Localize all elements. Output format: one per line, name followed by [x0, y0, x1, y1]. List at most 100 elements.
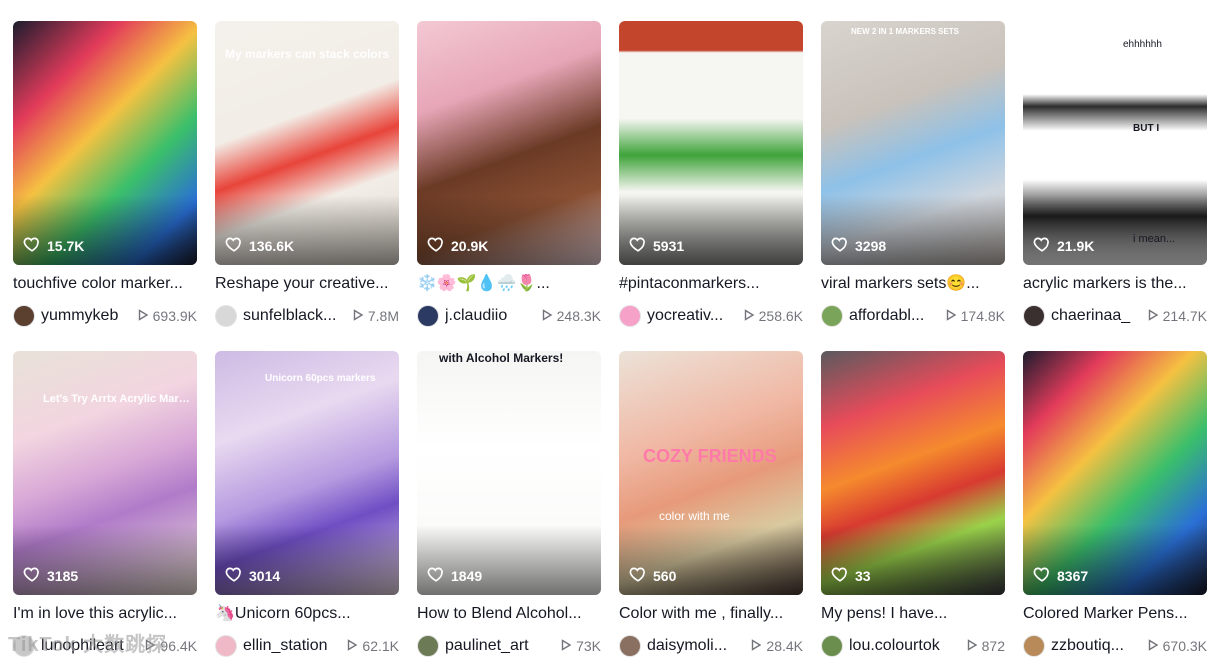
video-thumbnail[interactable]: 3185 Let's Try Arrtx Acrylic Markers	[13, 351, 197, 595]
like-count-value: 1849	[451, 567, 483, 584]
play-icon	[541, 308, 553, 324]
video-title[interactable]: viral markers sets😊...	[821, 274, 1005, 294]
like-count-value: 8367	[1057, 567, 1089, 584]
video-title[interactable]: How to Blend Alcohol...	[417, 604, 601, 624]
watermark: TikTok 大数跳探	[8, 634, 168, 656]
like-count: 33	[831, 565, 871, 586]
like-count-value: 21.9K	[1057, 237, 1095, 254]
username[interactable]: daisymoli...	[647, 637, 742, 655]
avatar[interactable]	[215, 305, 237, 327]
video-thumbnail[interactable]: 33	[821, 351, 1005, 595]
like-count: 5931	[629, 235, 684, 256]
like-count-value: 33	[855, 567, 871, 584]
avatar[interactable]	[215, 635, 237, 657]
avatar[interactable]	[417, 635, 439, 657]
view-count-value: 258.6K	[758, 308, 803, 324]
thumbnail-caption: BUT I	[1133, 123, 1160, 134]
username[interactable]: paulinet_art	[445, 637, 552, 655]
video-title[interactable]: acrylic markers is the...	[1023, 274, 1207, 294]
video-thumbnail[interactable]: 8367	[1023, 351, 1207, 595]
like-count-value: 20.9K	[451, 237, 489, 254]
like-count: 8367	[1033, 565, 1088, 586]
like-count: 1849	[427, 565, 482, 586]
username[interactable]: yocreativ...	[647, 307, 735, 325]
like-count: 21.9K	[1033, 235, 1094, 256]
username[interactable]: lou.colourtok	[849, 637, 958, 655]
view-count: 248.3K	[541, 308, 601, 324]
like-count-value: 3298	[855, 237, 887, 254]
video-title[interactable]: Color with me , finally...	[619, 604, 803, 624]
video-title[interactable]: touchfive color marker...	[13, 274, 197, 294]
view-count-value: 62.1K	[362, 638, 399, 654]
video-meta: j.claudiio 248.3K	[417, 304, 601, 328]
thumbnail-caption: Let's Try Arrtx Acrylic Markers	[43, 393, 191, 405]
username[interactable]: chaerinaa_	[1051, 307, 1139, 325]
like-count: 136.6K	[225, 235, 294, 256]
like-count-value: 3014	[249, 567, 281, 584]
view-count: 258.6K	[743, 308, 803, 324]
video-meta: chaerinaa_ 214.7K	[1023, 304, 1207, 328]
video-thumbnail[interactable]: 3014 Unicorn 60pcs markers	[215, 351, 399, 595]
like-count-value: 560	[653, 567, 677, 584]
thumbnail-caption: color with me	[659, 509, 730, 523]
video-title[interactable]: I'm in love this acrylic...	[13, 604, 197, 624]
like-count-value: 5931	[653, 237, 685, 254]
view-count-value: 7.8M	[367, 308, 399, 324]
video-title[interactable]: Reshape your creative...	[215, 274, 399, 294]
like-count-value: 136.6K	[249, 237, 295, 254]
video-title[interactable]: ❄️🌸🌱💧🌧️🌷...	[417, 274, 601, 294]
video-thumbnail[interactable]: 21.9K ehhhhhh BUT I i mean...	[1023, 21, 1207, 265]
like-count: 15.7K	[23, 235, 84, 256]
thumbnail-caption: COZY FRIENDS	[643, 446, 777, 466]
view-count: 7.8M	[352, 308, 399, 324]
play-icon	[346, 638, 358, 654]
video-thumbnail[interactable]: 1849 with Alcohol Markers!	[417, 351, 601, 595]
avatar[interactable]	[417, 305, 439, 327]
avatar[interactable]	[821, 635, 843, 657]
play-icon	[743, 308, 755, 324]
like-count: 3298	[831, 235, 886, 256]
like-count: 3185	[23, 565, 78, 586]
like-count-value: 15.7K	[47, 237, 85, 254]
play-icon	[1147, 308, 1159, 324]
video-title[interactable]: 🦄Unicorn 60pcs...	[215, 604, 399, 624]
thumbnail-caption: Unicorn 60pcs markers	[265, 373, 376, 384]
avatar[interactable]	[1023, 635, 1045, 657]
video-thumbnail[interactable]: 136.6K My markers can stack colors	[215, 21, 399, 265]
heart-icon	[629, 235, 647, 256]
username[interactable]: j.claudiio	[445, 307, 533, 325]
heart-icon	[427, 235, 445, 256]
video-meta: yocreativ... 258.6K	[619, 304, 803, 328]
thumbnail-caption: i mean...	[1133, 233, 1176, 245]
avatar[interactable]	[13, 305, 35, 327]
video-thumbnail[interactable]: 20.9K	[417, 21, 601, 265]
avatar[interactable]	[821, 305, 843, 327]
thumbnail-caption: My markers can stack colors	[225, 47, 390, 61]
video-meta: sunfelblack... 7.8M	[215, 304, 399, 328]
play-icon	[966, 638, 978, 654]
avatar[interactable]	[1023, 305, 1045, 327]
username[interactable]: yummykeb	[41, 307, 129, 325]
avatar[interactable]	[619, 635, 641, 657]
username[interactable]: affordabl...	[849, 307, 937, 325]
video-thumbnail[interactable]: 560 COZY FRIENDS color with me	[619, 351, 803, 595]
play-icon	[352, 308, 364, 324]
like-count-value: 3185	[47, 567, 79, 584]
video-thumbnail[interactable]: 15.7K	[13, 21, 197, 265]
thumbnail-caption: ehhhhhh	[1123, 39, 1162, 50]
video-title[interactable]: #pintaconmarkers...	[619, 274, 803, 294]
username[interactable]: zzboutiq...	[1051, 637, 1139, 655]
video-thumbnail[interactable]: 5931	[619, 21, 803, 265]
view-count: 28.4K	[750, 638, 803, 654]
username[interactable]: ellin_station	[243, 637, 338, 655]
heart-icon	[629, 565, 647, 586]
view-count: 872	[966, 638, 1005, 654]
view-count: 62.1K	[346, 638, 399, 654]
video-thumbnail[interactable]: 3298 NEW 2 IN 1 MARKERS SETS	[821, 21, 1005, 265]
avatar[interactable]	[619, 305, 641, 327]
username[interactable]: sunfelblack...	[243, 307, 344, 325]
heart-icon	[1033, 235, 1051, 256]
video-title[interactable]: Colored Marker Pens...	[1023, 604, 1207, 624]
video-title[interactable]: My pens! I have...	[821, 604, 1005, 624]
video-meta: zzboutiq... 670.3K	[1023, 634, 1207, 658]
